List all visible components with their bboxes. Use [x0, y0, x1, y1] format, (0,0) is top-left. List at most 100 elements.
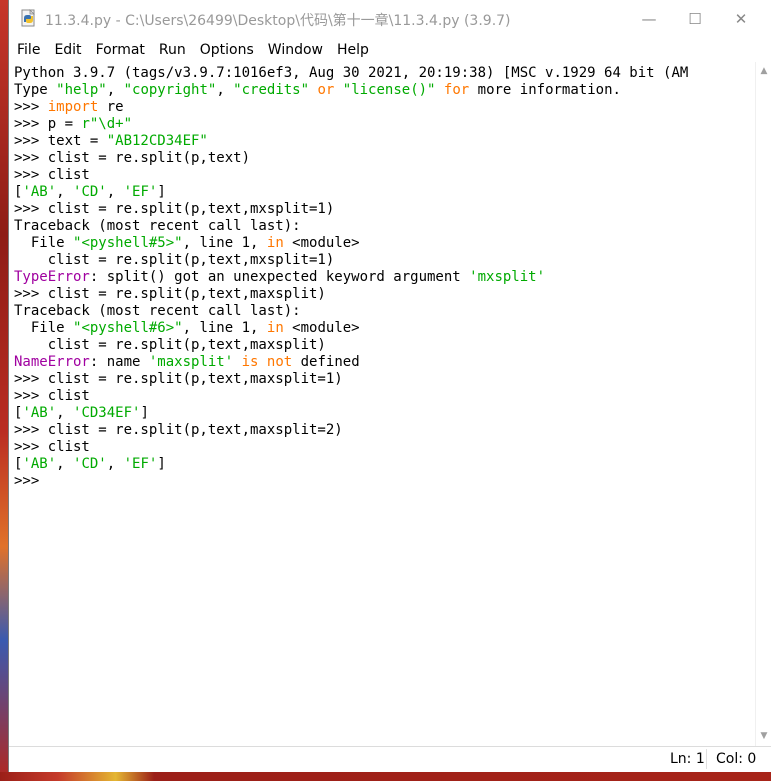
shell-line: >>> clist = re.split(p,text,maxsplit=2) — [14, 422, 756, 439]
minimize-button[interactable]: — — [626, 0, 672, 38]
text-token: >>> clist = re.split(p,text,maxsplit=1) — [14, 371, 343, 387]
shell-line: ['AB', 'CD34EF'] — [14, 405, 756, 422]
python-idle-icon — [19, 9, 39, 29]
shell-line: >>> text = "AB12CD34EF" — [14, 133, 756, 150]
text-token: >>> clist = re.split(p,text,maxsplit=2) — [14, 422, 343, 438]
text-token: , — [106, 456, 124, 472]
maximize-button[interactable]: ☐ — [672, 0, 718, 38]
text-token: >>> clist = re.split(p,text,maxsplit) — [14, 286, 326, 302]
shell-line: >>> import re — [14, 99, 756, 116]
shell-line: ['AB', 'CD', 'EF'] — [14, 456, 756, 473]
text-token: : name — [89, 354, 149, 370]
shell-line: File "<pyshell#5>", line 1, in <module> — [14, 235, 756, 252]
shell-line: >>> clist = re.split(p,text,mxsplit=1) — [14, 201, 756, 218]
menu-window[interactable]: Window — [260, 42, 329, 58]
text-token: >>> — [14, 99, 48, 115]
shell-line: Type "help", "copyright", "credits" or "… — [14, 82, 756, 99]
string-token: "<pyshell#5>" — [73, 235, 183, 251]
text-token: defined — [292, 354, 360, 370]
text-token: >>> text = — [14, 133, 107, 149]
text-token: re — [98, 99, 124, 115]
status-bar: Ln: 1 Col: 0 — [9, 746, 771, 772]
string-token: 'EF' — [123, 184, 158, 200]
close-button[interactable]: ✕ — [718, 0, 764, 38]
shell-line: clist = re.split(p,text,maxsplit) — [14, 337, 756, 354]
text-token: , — [56, 184, 74, 200]
text-token: , — [106, 82, 124, 98]
text-token: >>> clist = re.split(p,text,mxsplit=1) — [14, 201, 335, 217]
string-token: "AB12CD34EF" — [106, 133, 208, 149]
menu-run[interactable]: Run — [151, 42, 192, 58]
shell-line: clist = re.split(p,text,mxsplit=1) — [14, 252, 756, 269]
menu-bar: File Edit Format Run Options Window Help — [9, 38, 771, 62]
vertical-scrollbar[interactable]: ▲ ▼ — [755, 62, 771, 746]
string-token: "<pyshell#6>" — [73, 320, 183, 336]
text-token: ] — [157, 456, 166, 472]
shell-line: ['AB', 'CD', 'EF'] — [14, 184, 756, 201]
string-token: 'AB' — [22, 405, 57, 421]
string-token: r"\d+" — [81, 116, 133, 132]
scroll-up-icon[interactable]: ▲ — [756, 62, 771, 79]
shell-line: >>> clist — [14, 388, 756, 405]
column-indicator: Col: 0 — [716, 751, 757, 767]
shell-line: >>> clist = re.split(p,text) — [14, 150, 756, 167]
string-token: 'CD' — [73, 456, 107, 472]
text-token: <module> — [283, 235, 360, 251]
status-divider — [706, 749, 707, 769]
text-token: Type — [14, 82, 57, 98]
text-token: , — [56, 405, 74, 421]
text-token: >>> p = — [14, 116, 82, 132]
text-token: Python 3.9.7 (tags/v3.9.7:1016ef3, Aug 3… — [14, 65, 689, 81]
string-token: 'AB' — [22, 456, 57, 472]
text-token: <module> — [283, 320, 360, 336]
text-token: , line 1, — [182, 235, 267, 251]
text-token: clist = re.split(p,text,mxsplit=1) — [14, 252, 335, 268]
keyword-token: for — [443, 82, 470, 98]
shell-line: >>> — [14, 473, 756, 490]
title-bar[interactable]: 11.3.4.py - C:\Users\26499\Desktop\代码\第十… — [9, 0, 771, 38]
shell-line: >>> clist = re.split(p,text,maxsplit=1) — [14, 371, 756, 388]
keyword-token: in — [266, 320, 284, 336]
text-token: , line 1, — [182, 320, 267, 336]
string-token: "credits" — [233, 82, 310, 98]
shell-line: >>> clist = re.split(p,text,maxsplit) — [14, 286, 756, 303]
shell-line: >>> clist — [14, 439, 756, 456]
text-token: clist = re.split(p,text,maxsplit) — [14, 337, 326, 353]
maximize-icon: ☐ — [688, 10, 702, 28]
keyword-token: in — [266, 235, 284, 251]
error-token: NameError — [14, 354, 90, 370]
minimize-icon: — — [641, 10, 657, 28]
close-icon: ✕ — [734, 10, 748, 28]
line-indicator: Ln: 1 — [670, 751, 705, 767]
text-token: , — [106, 184, 124, 200]
text-token: more information. — [469, 82, 621, 98]
text-token: ] — [157, 184, 166, 200]
text-token: >>> — [14, 473, 48, 489]
menu-help[interactable]: Help — [329, 42, 375, 58]
text-token: File — [14, 320, 74, 336]
menu-options[interactable]: Options — [192, 42, 260, 58]
shell-line: Traceback (most recent call last): — [14, 218, 756, 235]
text-token: ] — [140, 405, 149, 421]
text-token: >>> clist — [14, 388, 90, 404]
shell-line: File "<pyshell#6>", line 1, in <module> — [14, 320, 756, 337]
string-token: 'EF' — [123, 456, 158, 472]
shell-line: Traceback (most recent call last): — [14, 303, 756, 320]
idle-shell-window: 11.3.4.py - C:\Users\26499\Desktop\代码\第十… — [8, 0, 771, 772]
shell-line: NameError: name 'maxsplit' is not define… — [14, 354, 756, 371]
menu-file[interactable]: File — [9, 42, 46, 58]
scroll-down-icon[interactable]: ▼ — [756, 727, 771, 744]
string-token: 'mxsplit' — [469, 269, 546, 285]
string-token: 'maxsplit' — [148, 354, 234, 370]
taskbar-edge — [0, 772, 771, 781]
menu-format[interactable]: Format — [88, 42, 151, 58]
string-token: "copyright" — [123, 82, 217, 98]
shell-line: Python 3.9.7 (tags/v3.9.7:1016ef3, Aug 3… — [14, 65, 756, 82]
menu-edit[interactable]: Edit — [46, 42, 87, 58]
string-token: "help" — [56, 82, 107, 98]
shell-text-area[interactable]: Python 3.9.7 (tags/v3.9.7:1016ef3, Aug 3… — [14, 65, 756, 745]
text-token: >>> clist — [14, 439, 90, 455]
